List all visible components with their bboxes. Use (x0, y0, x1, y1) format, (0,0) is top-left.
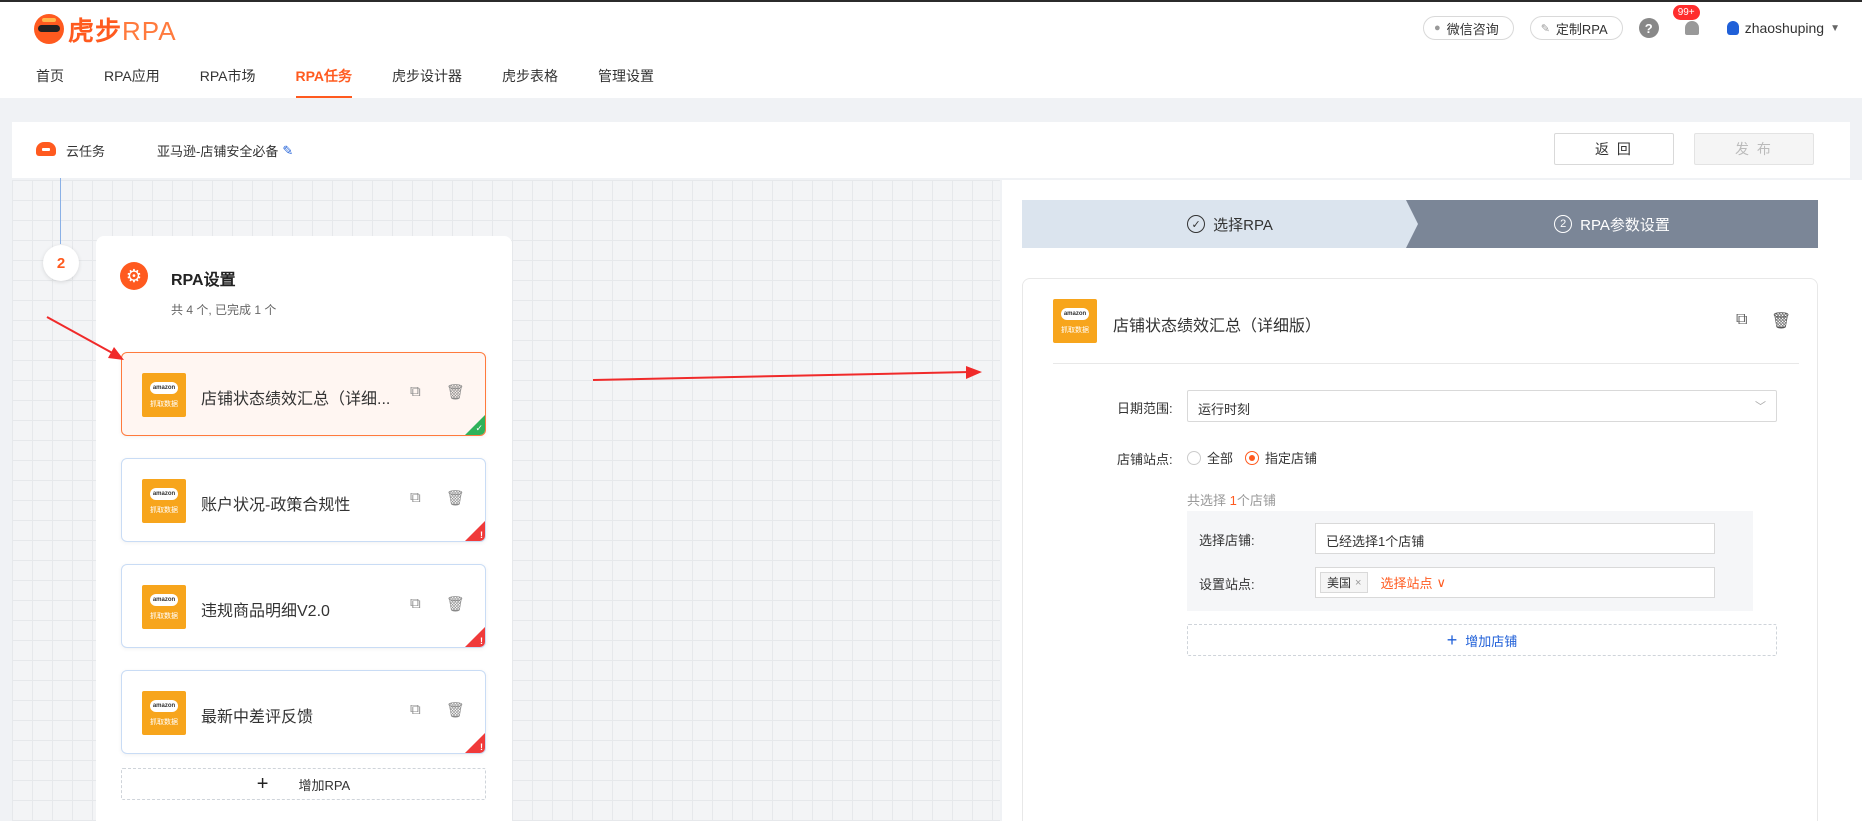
red-arrow-right (592, 366, 982, 381)
red-arrow-left (46, 316, 124, 360)
annotation-arrows (46, 316, 982, 381)
step-arrow-tip (1406, 200, 1418, 248)
